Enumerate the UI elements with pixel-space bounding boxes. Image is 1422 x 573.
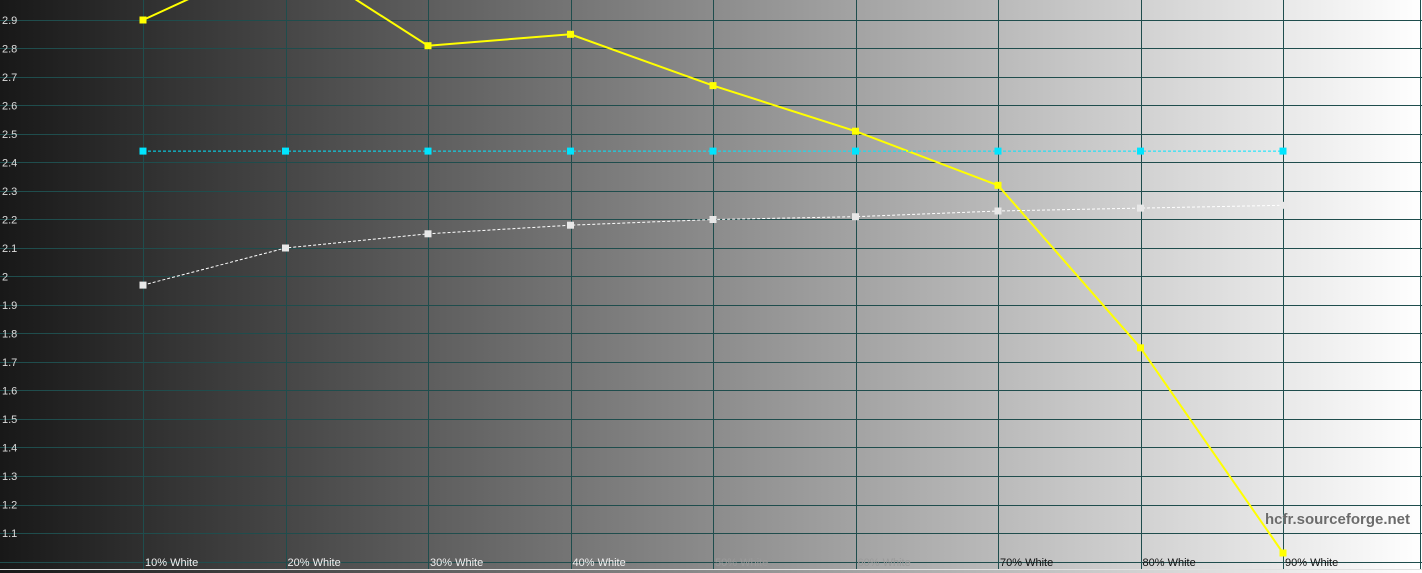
y-tick-label: 1.9: [2, 300, 17, 312]
x-tick-label: 50% White: [715, 557, 768, 569]
y-tick-label: 1.3: [2, 471, 17, 483]
data-point: [1137, 147, 1144, 155]
data-point: [1137, 204, 1144, 212]
data-point: [424, 42, 432, 50]
data-point: [709, 147, 717, 155]
y-tick-label: 2.1: [2, 243, 17, 255]
data-point: [282, 244, 289, 252]
x-tick-label: 70% White: [1000, 557, 1053, 569]
y-tick-label: 1.5: [2, 414, 17, 426]
y-tick-label: 2.2: [2, 215, 17, 227]
data-point: [1137, 344, 1144, 352]
gamma-chart: 1.1 1.2 1.3 1.4 1.5 1.6 1.7 1.8 1.9 2 2.1 2.2 2.3 2.4…: [0, 0, 1422, 573]
y-tick-label: 1.6: [2, 386, 17, 398]
x-tick-label: 30% White: [430, 557, 483, 569]
data-point: [1279, 549, 1287, 557]
data-point: [994, 147, 1002, 155]
data-point: [282, 147, 289, 155]
data-point: [567, 30, 574, 38]
data-point: [994, 181, 1002, 189]
y-tick-label: 1.2: [2, 500, 17, 512]
data-point: [1279, 201, 1287, 209]
data-point: [567, 147, 574, 155]
data-point: [139, 281, 147, 289]
watermark-text: hcfr.sourceforge.net: [1264, 511, 1410, 528]
y-tick-label: 1.4: [2, 443, 17, 455]
y-tick-label: 1.1: [2, 528, 17, 540]
data-point: [424, 147, 432, 155]
x-tick-label: 60% White: [858, 557, 911, 569]
y-tick-label: 2.8: [2, 44, 17, 56]
data-point: [424, 230, 432, 238]
x-tick-label: 20% White: [288, 557, 341, 569]
y-tick-label: 2: [2, 272, 8, 284]
data-point: [709, 82, 717, 90]
x-tick-label: 10% White: [145, 557, 198, 569]
y-tick-label: 2.9: [2, 15, 17, 27]
data-point: [567, 221, 574, 229]
chart-canvas: 1.1 1.2 1.3 1.4 1.5 1.6 1.7 1.8 1.9 2 2.1 2.2 2.3 2.4…: [0, 0, 1422, 573]
y-tick-label: 1.7: [2, 357, 17, 369]
data-point: [709, 216, 717, 223]
y-tick-label: 2.4: [2, 158, 17, 170]
y-tick-label: 1.8: [2, 329, 17, 341]
y-tick-label: 2.7: [2, 72, 17, 84]
y-tick-label: 2.5: [2, 129, 17, 141]
data-point: [852, 213, 859, 221]
y-tick-label: 2.6: [2, 101, 17, 113]
data-point: [139, 147, 147, 155]
data-point: [852, 127, 859, 135]
data-point: [1279, 147, 1287, 155]
data-point: [994, 207, 1002, 215]
x-axis-ticks: 10% White 20% White 30% White 40% White 50% …: [145, 557, 1338, 569]
x-tick-label: 40% White: [573, 557, 626, 569]
x-tick-label: 80% White: [1143, 557, 1196, 569]
x-tick-label: 90% White: [1285, 557, 1338, 569]
y-tick-label: 2.3: [2, 186, 17, 198]
data-point: [852, 147, 859, 155]
data-point: [139, 16, 147, 24]
